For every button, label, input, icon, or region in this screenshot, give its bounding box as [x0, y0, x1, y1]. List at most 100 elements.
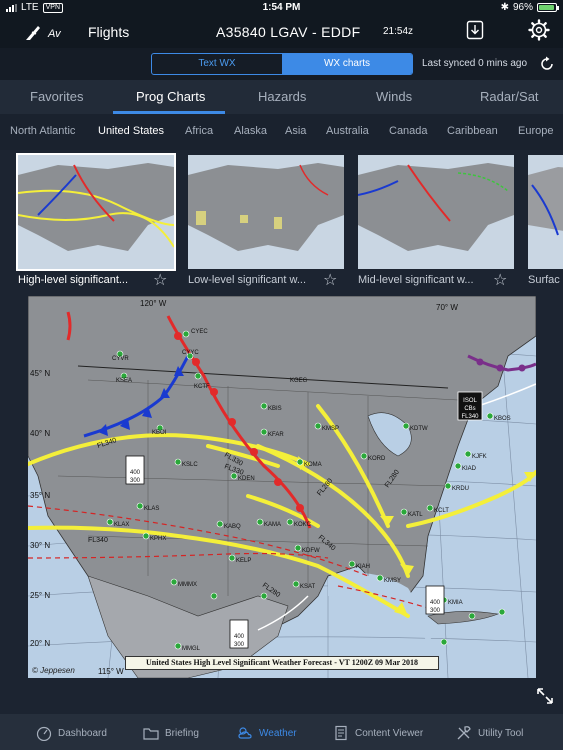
station-label: KRDU	[452, 486, 469, 492]
weather-chart-viewer[interactable]: CYEC CYVR CYYC KSEA KCTF KBOI KGEG KBIS …	[28, 296, 536, 678]
favorite-star-icon[interactable]: ☆	[493, 270, 507, 290]
battery-percent: 96%	[512, 2, 533, 13]
cloud-box-bottom: 300	[430, 608, 441, 614]
region-europe[interactable]: Europe	[518, 125, 553, 137]
cloud-box: 400 300	[425, 585, 445, 615]
bottom-nav-content-viewer[interactable]: Content Viewer	[333, 725, 423, 741]
station-label: KABQ	[224, 524, 241, 530]
station-label: KORD	[368, 456, 386, 462]
zulu-time: 21:54z	[383, 26, 414, 37]
region-australia[interactable]: Australia	[326, 125, 369, 137]
thumbnail-high-level[interactable]	[16, 153, 176, 271]
mid-level-thumbnail-image	[358, 155, 514, 269]
region-tabs: North Atlantic United States Africa Alas…	[0, 114, 563, 150]
tab-hazards[interactable]: Hazards	[258, 89, 306, 104]
bottom-nav-weather[interactable]: Weather	[237, 725, 297, 741]
wx-charts-segment[interactable]: WX charts	[282, 54, 412, 74]
tab-prog-charts[interactable]: Prog Charts	[136, 89, 205, 104]
top-nav: Av Flights A35840 LGAV - EDDF 21:54z	[0, 16, 563, 48]
isol-line: CBs	[464, 406, 475, 412]
surface-thumbnail-image	[528, 155, 563, 269]
region-asia[interactable]: Asia	[285, 125, 306, 137]
station-label: KMIA	[448, 600, 463, 606]
status-bar: LTE VPN 1:54 PM ✱ 96%	[0, 0, 563, 16]
cloud-box-bottom: 300	[130, 478, 141, 484]
region-alaska[interactable]: Alaska	[234, 125, 267, 137]
favorite-star-icon[interactable]: ☆	[323, 270, 337, 290]
region-caribbean[interactable]: Caribbean	[447, 125, 498, 137]
longitude-label: 115° W	[98, 667, 124, 676]
longitude-label: 120° W	[140, 299, 167, 308]
low-level-thumbnail-image	[188, 155, 344, 269]
station-label: KDEN	[238, 476, 255, 482]
app-logo[interactable]: Av	[24, 22, 61, 44]
station-label: CYEC	[191, 329, 208, 335]
thumbnail-mid-level[interactable]	[358, 155, 514, 269]
thumbnail-low-level[interactable]	[188, 155, 344, 269]
folder-icon	[143, 728, 159, 740]
battery-fill	[539, 5, 554, 10]
document-icon	[335, 725, 347, 741]
high-level-thumbnail-image	[18, 155, 174, 269]
station-label: KOKC	[294, 522, 312, 528]
thumbnail-label-high-level: High-level significant...	[18, 274, 129, 286]
station-label: KMSP	[322, 426, 339, 432]
flights-button[interactable]: Flights	[88, 24, 129, 40]
bottom-nav-label: Utility Tool	[478, 727, 524, 739]
expand-icon[interactable]	[535, 686, 555, 706]
region-canada[interactable]: Canada	[389, 125, 428, 137]
station-label: KIAH	[356, 564, 370, 570]
flight-level-label: FL340	[88, 537, 108, 544]
cloud-box: 400 300	[229, 619, 249, 649]
cloud-box-top: 400	[430, 600, 441, 606]
gear-icon[interactable]	[528, 19, 550, 41]
station-label: KSLC	[182, 462, 198, 468]
station-label: KDTW	[410, 426, 428, 432]
latitude-label: 45° N	[30, 369, 50, 378]
map-caption: United States High Level Significant Wea…	[125, 656, 439, 670]
station-label: KBIS	[268, 406, 282, 412]
cloud-box-top: 400	[234, 634, 245, 640]
station-label: KCLT	[434, 508, 449, 514]
status-time: 1:54 PM	[262, 2, 301, 13]
region-north-atlantic[interactable]: North Atlantic	[10, 125, 75, 137]
region-africa[interactable]: Africa	[185, 125, 213, 137]
station-label: KIAD	[462, 466, 477, 472]
download-icon[interactable]	[466, 20, 484, 40]
station-label: KSAT	[300, 584, 316, 590]
bottom-nav-dashboard[interactable]: Dashboard	[36, 725, 107, 741]
thumbnail-surface[interactable]	[528, 155, 563, 269]
station-label: CYVR	[112, 356, 129, 362]
text-wx-segment[interactable]: Text WX	[152, 54, 282, 74]
latitude-label: 30° N	[30, 541, 50, 550]
cloud-box-bottom: 300	[234, 642, 245, 648]
last-synced-text: Last synced 0 mins ago	[422, 58, 528, 69]
tab-favorites[interactable]: Favorites	[30, 89, 83, 104]
latitude-label: 20° N	[30, 639, 50, 648]
high-level-sigwx-map: CYEC CYVR CYYC KSEA KCTF KBOI KGEG KBIS …	[28, 296, 536, 678]
chart-category-tabs: Favorites Prog Charts Hazards Winds Rada…	[0, 80, 563, 114]
station-label: CYYC	[182, 350, 199, 356]
station-label: KJFK	[472, 454, 487, 460]
longitude-label: 70° W	[436, 303, 458, 312]
refresh-icon[interactable]	[539, 56, 555, 72]
station-label: KSEA	[116, 378, 132, 384]
chart-thumbnails: High-level significant... ☆ Low-level si…	[0, 150, 563, 292]
bottom-nav-label: Weather	[259, 727, 297, 739]
station-label: KAMA	[264, 522, 281, 528]
region-united-states[interactable]: United States	[98, 125, 164, 137]
cloud-box: 400 300	[125, 455, 145, 485]
bottom-nav: Dashboard Briefing Weather Content Viewe…	[0, 714, 563, 750]
tab-winds[interactable]: Winds	[376, 89, 412, 104]
station-label: KBOI	[152, 430, 167, 436]
bottom-nav-label: Briefing	[165, 727, 199, 739]
bottom-nav-utility-tool[interactable]: Utility Tool	[456, 725, 523, 741]
favorite-star-icon[interactable]: ☆	[153, 270, 167, 290]
dashboard-icon	[36, 726, 52, 741]
isol-line: ISOL	[463, 398, 477, 404]
latitude-label: 35° N	[30, 491, 50, 500]
thumbnail-label-mid-level: Mid-level significant w...	[358, 274, 474, 286]
station-label: KOMA	[304, 462, 322, 468]
bottom-nav-briefing[interactable]: Briefing	[143, 725, 199, 741]
tab-radar-sat[interactable]: Radar/Sat	[480, 89, 539, 104]
